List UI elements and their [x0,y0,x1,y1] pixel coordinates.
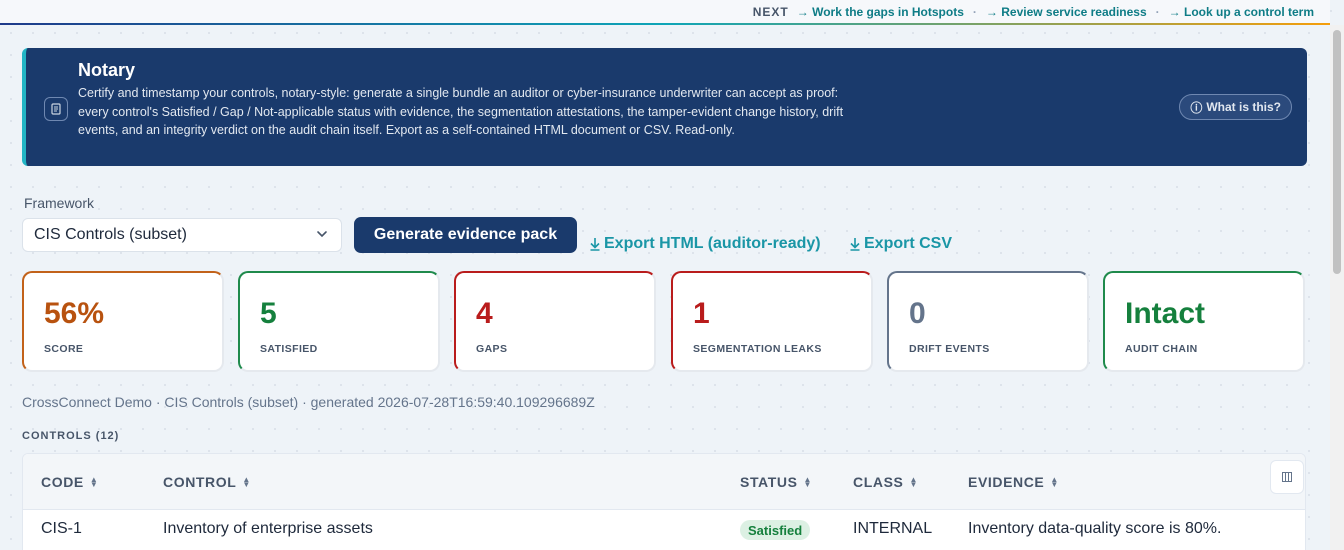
document-icon [44,97,68,121]
export-html-label: Export HTML (auditor-ready) [604,235,821,252]
sort-icon: ▲ ▼ [89,475,99,489]
cell-class: INTERNAL [853,520,933,537]
sort-icon: ▲ ▼ [242,475,251,489]
framework-selected-value: CIS Controls (subset) [34,226,187,243]
stat-label: DRIFT EVENTS [909,343,990,355]
column-label: CLASS [853,474,904,490]
stat-card-score: 56% SCORE [22,271,224,372]
column-label: EVIDENCE [968,474,1045,490]
stat-card-gaps: 4 GAPS [454,271,656,372]
stat-value: 1 [693,297,710,330]
stat-value: 56% [44,297,105,330]
column-label: CODE [41,474,84,490]
next-label: NEXT [752,4,789,19]
download-icon [850,238,860,251]
table-header: CODE ▲ ▼ CONTROL ▲ ▼ STATUS ▲ ▼ CLASS ▲ ▼ EVIDEN… [23,454,1305,510]
stat-label: SATISFIED [260,343,318,355]
what-is-this-label: What is this? [1206,100,1281,114]
column-header-control[interactable]: CONTROL ▲ ▼ [163,474,251,490]
pack-meta-line: CrossConnect Demo · CIS Controls (subset… [22,394,595,410]
column-header-evidence[interactable]: EVIDENCE ▲ ▼ [968,474,1059,490]
sort-icon: ▲ ▼ [1050,475,1059,489]
info-icon: ⓘ [1190,100,1203,115]
column-header-class[interactable]: CLASS ▲ ▼ [853,474,918,490]
column-header-status[interactable]: STATUS ▲ ▼ [740,474,812,490]
stat-card-drift-events: 0 DRIFT EVENTS [887,271,1089,372]
export-html-link[interactable]: Export HTML (auditor-ready) [589,235,821,253]
separator: · [972,4,977,19]
cell-evidence: Inventory data-quality score is 80%. [968,520,1222,537]
stat-label: AUDIT CHAIN [1125,343,1198,355]
stat-value: 0 [909,297,926,330]
sort-icon: ▲ ▼ [803,475,813,489]
columns-icon [1282,472,1292,482]
link-control-term[interactable]: → Look up a control term [1169,5,1314,19]
stat-card-segmentation-leaks: 1 SEGMENTATION LEAKS [671,271,873,372]
export-csv-label: Export CSV [864,235,953,252]
link-work-gaps[interactable]: → Work the gaps in Hotspots [797,5,964,19]
download-icon [590,238,600,251]
link-review-readiness[interactable]: → Review service readiness [986,5,1147,19]
cell-code: CIS-1 [41,520,82,537]
export-csv-link[interactable]: Export CSV [849,235,952,253]
scrollbar-thumb[interactable] [1333,30,1341,274]
generate-evidence-pack-button[interactable]: Generate evidence pack [354,217,577,253]
separator: · [1155,4,1160,19]
controls-section-title: CONTROLS (12) [22,430,120,442]
notary-banner: Notary Certify and timestamp your contro… [22,48,1307,166]
status-badge: Satisfied [740,520,811,540]
stat-label: GAPS [476,343,508,355]
stat-card-satisfied: 5 SATISFIED [238,271,440,372]
framework-label: Framework [24,195,95,211]
column-header-code[interactable]: CODE ▲ ▼ [41,474,98,490]
cell-control: Inventory of enterprise assets [163,520,373,537]
page-description: Certify and timestamp your controls, not… [78,86,844,137]
framework-select[interactable]: CIS Controls (subset) [22,218,342,252]
stat-value: Intact [1125,297,1206,330]
column-label: CONTROL [163,474,237,490]
column-label: STATUS [740,474,798,490]
stat-card-audit-chain: Intact AUDIT CHAIN [1103,271,1305,372]
stat-label: SCORE [44,343,84,355]
sort-icon: ▲ ▼ [909,475,918,489]
stat-value: 4 [476,297,493,330]
page-title: Notary [78,60,136,80]
what-is-this-button[interactable]: ⓘ What is this? [1179,94,1292,120]
next-steps-bar: NEXT → Work the gaps in Hotspots · → Rev… [0,0,1330,25]
chevron-down-icon [317,231,327,238]
column-settings-button[interactable] [1270,460,1304,494]
stat-label: SEGMENTATION LEAKS [693,343,822,355]
controls-table: CODE ▲ ▼ CONTROL ▲ ▼ STATUS ▲ ▼ CLASS ▲ ▼ EVIDEN… [22,453,1306,550]
stat-value: 5 [260,297,277,330]
